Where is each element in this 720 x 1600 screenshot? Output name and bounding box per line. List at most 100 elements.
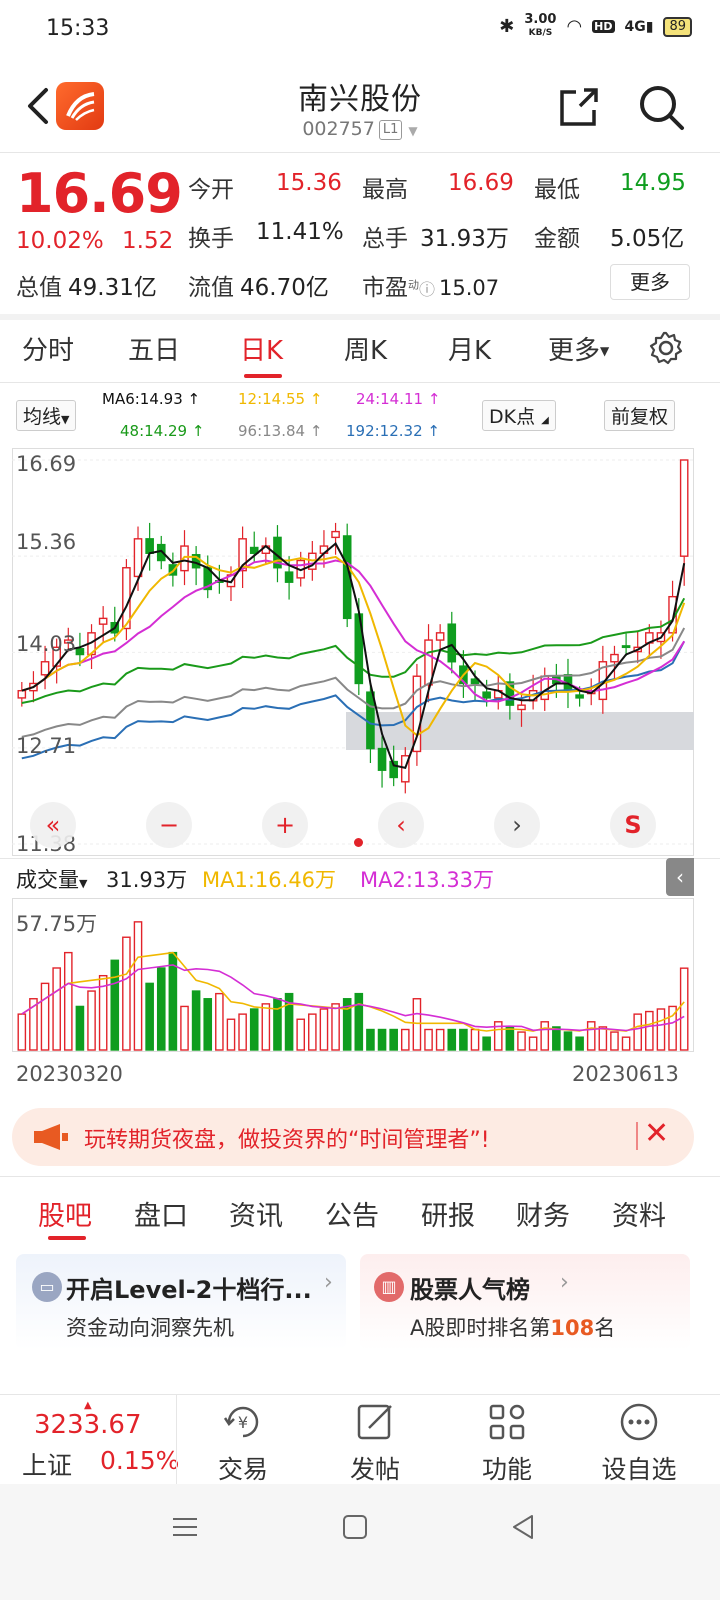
volume-bar [122, 936, 131, 1051]
search-icon[interactable] [636, 82, 686, 132]
popularity-card[interactable]: ▥ 股票人气榜 › A股即时排名第108名 [360, 1254, 690, 1350]
float-item: 流值 46.70亿 [188, 275, 329, 301]
pe-value: 15.07 [439, 276, 500, 300]
candle-body [17, 689, 27, 699]
change-amount: 1.52 [122, 228, 174, 254]
grid-icon [489, 1404, 525, 1440]
volume-bar [308, 1013, 317, 1051]
close-icon[interactable]: ✕ [644, 1116, 669, 1151]
chevron-right-icon: › [560, 1270, 569, 1295]
volume-bar [633, 1013, 643, 1051]
ma96-value: 96:13.84 ↑ [238, 422, 323, 440]
index-ticker[interactable]: ▲ 3233.67 上证 0.15% [0, 1396, 179, 1484]
last-price: 16.69 [16, 162, 183, 225]
index-value: 3233.67 [34, 1410, 142, 1440]
gear-icon[interactable] [648, 330, 684, 366]
home-icon[interactable] [340, 1512, 370, 1542]
nav-post[interactable]: 发帖 [320, 1400, 430, 1486]
tab-monthly-k[interactable]: 月K [448, 330, 491, 367]
step-left-icon[interactable]: ‹ [378, 802, 424, 848]
y-tick-label: 12.71 [16, 734, 77, 758]
nav-post-label: 发帖 [349, 1455, 400, 1484]
candle-body [412, 675, 422, 753]
dk-selector[interactable]: DK点 ◢ [482, 400, 556, 431]
volume-bar [203, 998, 213, 1051]
tab-financials[interactable]: 财务 [516, 1194, 570, 1233]
nav-functions[interactable]: 功能 [452, 1400, 562, 1486]
candle-body [331, 530, 340, 539]
info-icon[interactable]: ⓘ [419, 280, 435, 299]
candle-body [145, 538, 154, 554]
stock-code-line[interactable]: 002757 L1 ▼ [0, 118, 720, 140]
more-quote-button[interactable]: 更多 [610, 264, 690, 300]
promo-banner[interactable]: 玩转期货夜盘，做投资界的“时间管理者”! ✕ [12, 1108, 694, 1166]
hd-icon: HD [592, 20, 615, 33]
ma-selector[interactable]: 均线▼ [16, 400, 77, 431]
candle-body [133, 538, 143, 578]
back-icon[interactable] [508, 1512, 538, 1542]
change-percent: 10.02% [16, 228, 104, 254]
edit-icon [357, 1404, 392, 1440]
step-right-icon[interactable]: › [494, 802, 540, 848]
fast-back-icon[interactable]: « [30, 802, 76, 848]
volume-bar [552, 1026, 561, 1051]
volume-bar [273, 998, 282, 1051]
high-label: 最高 [362, 177, 408, 203]
signal-s-icon[interactable]: S [610, 802, 656, 848]
volume-bar [168, 951, 178, 1051]
volume-bar [180, 1005, 189, 1051]
nav-watchlist[interactable]: 设自选 [584, 1400, 694, 1486]
candlestick-chart[interactable] [12, 448, 694, 856]
level2-card[interactable]: ▭ 开启Level-2十档行... › 资金动向洞察先机 [16, 1254, 346, 1350]
tab-five-day[interactable]: 五日 [128, 330, 180, 367]
tab-research[interactable]: 研报 [421, 1194, 475, 1233]
volume-bar [110, 959, 120, 1051]
volume-label: 总手 [362, 226, 408, 252]
nav-trade[interactable]: ¥ 交易 [188, 1400, 298, 1486]
divider [0, 152, 720, 153]
volume-bar [656, 1008, 666, 1051]
tab-news[interactable]: 资讯 [229, 1194, 283, 1233]
corner-triangle-icon: ◢ [541, 415, 549, 426]
candle-body [98, 617, 108, 625]
volume-ma2: MA2:13.33万 [360, 868, 495, 892]
candle-body [284, 571, 294, 583]
tab-profile[interactable]: 资料 [612, 1194, 666, 1233]
ma12-value: 12:14.55 ↑ [238, 390, 323, 408]
y-tick-label: 15.36 [16, 530, 77, 554]
volume-bar [610, 1031, 619, 1051]
ranking-icon: ▥ [374, 1272, 404, 1302]
candle-body [366, 691, 375, 750]
battery-icon: 89 [663, 16, 692, 37]
ma6-value: MA6:14.93 ↑ [102, 390, 201, 408]
volume-bar [482, 1036, 491, 1051]
network-speed: 3.00 KB/S [524, 12, 557, 38]
active-tab-indicator [244, 374, 282, 378]
volume-selector[interactable]: 成交量▼ [16, 864, 87, 894]
fuquan-button[interactable]: 前复权 [604, 400, 676, 431]
volume-bar [470, 1028, 480, 1051]
tab-weekly-k[interactable]: 周K [344, 330, 387, 367]
candle-body [40, 661, 50, 676]
tab-orderbook[interactable]: 盘口 [134, 1194, 188, 1233]
collapse-arrow-icon[interactable]: ‹ [666, 858, 694, 896]
volume-chart[interactable] [12, 898, 694, 1052]
popularity-subtitle: A股即时排名第108名 [410, 1316, 616, 1340]
zoom-in-icon[interactable]: + [262, 802, 308, 848]
menu-icon[interactable] [170, 1512, 200, 1542]
share-icon[interactable] [556, 84, 602, 130]
amount-value: 5.05亿 [610, 226, 685, 252]
zoom-out-icon[interactable]: − [146, 802, 192, 848]
turnover-value: 11.41% [256, 219, 344, 245]
tab-more[interactable]: 更多▼ [548, 330, 609, 367]
volume-bar [517, 1031, 526, 1051]
tab-intraday[interactable]: 分时 [22, 330, 74, 367]
wifi-icon: ◠ [566, 16, 583, 37]
tab-daily-k[interactable]: 日K [240, 330, 283, 367]
candle-body [575, 694, 584, 699]
svg-text:¥: ¥ [238, 1413, 248, 1432]
tab-announcements[interactable]: 公告 [325, 1194, 379, 1233]
tab-forum[interactable]: 股吧 [38, 1194, 92, 1233]
x-end-label: 20230613 [572, 1062, 679, 1086]
volume-bar [389, 1028, 398, 1051]
